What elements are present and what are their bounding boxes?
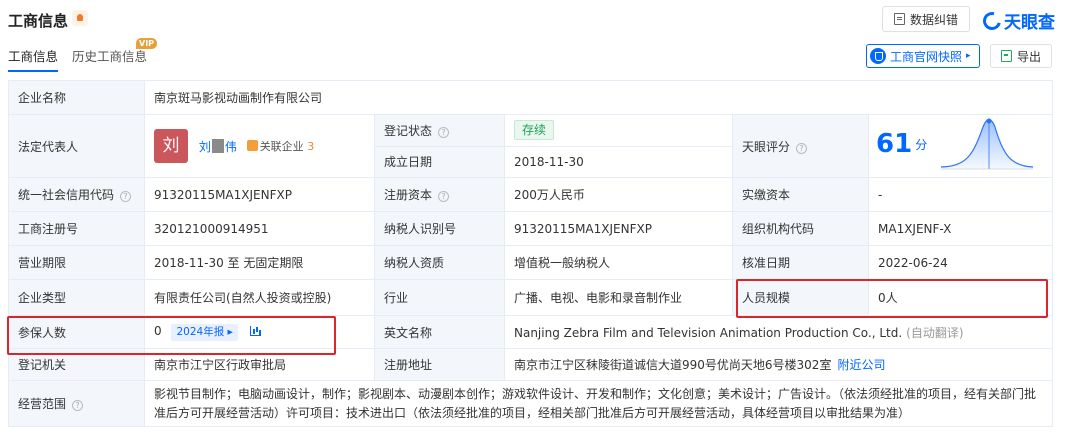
bell-icon[interactable]: [72, 10, 88, 26]
score-unit: 分: [915, 137, 928, 152]
logo-text: 天眼查: [1004, 13, 1055, 33]
legal-rep-value: 刘 刘伟 关联企业 3: [144, 114, 375, 178]
table-row: 工商注册号 320121000914951 纳税人识别号 91320115MA1…: [8, 211, 1054, 246]
related-companies-label: 关联企业: [259, 140, 304, 153]
score-number: 61: [876, 129, 913, 159]
industry-label: 行业: [374, 279, 505, 316]
related-companies-count: 3: [307, 140, 315, 153]
taxpayer-id-label: 纳税人识别号: [374, 211, 505, 246]
staff-size-highlight-box: [736, 279, 1048, 318]
english-name-text: Nanjing Zebra Film and Television Animat…: [514, 325, 903, 340]
document-icon: [893, 13, 905, 25]
help-icon[interactable]: ?: [796, 142, 808, 154]
legal-rep-label: 法定代表人: [8, 114, 145, 178]
reg-number-label: 工商注册号: [8, 211, 145, 246]
address-label: 注册地址: [374, 348, 505, 381]
official-snapshot-button[interactable]: 工商官网快照 ▸: [866, 44, 980, 68]
address-text: 南京市江宁区秣陵街道诚信大道990号优尚天地6号楼302室: [514, 358, 832, 372]
taxpayer-id-value: 91320115MA1XJENFXP: [504, 211, 733, 246]
tianyancha-logo[interactable]: 天眼查: [979, 8, 1055, 33]
legal-rep-name[interactable]: 刘伟: [198, 138, 237, 154]
table-row: 经营范围? 影视节目制作；电脑动画设计，制作；影视剧本、动漫剧本创作；游戏软件设…: [8, 380, 1054, 427]
scope-label: 经营范围?: [8, 380, 145, 427]
business-info-table: 企业名称 南京斑马影视动画制作有限公司 法定代表人 刘 刘伟 关联企业 3 登记…: [8, 80, 1054, 427]
credit-code-value: 91320115MA1XJENFXP: [144, 177, 375, 212]
score-widget: 61 分: [870, 116, 1052, 177]
paid-capital-value: -: [867, 177, 1054, 212]
term-label: 营业期限: [8, 245, 145, 280]
company-type-value: 有限责任公司(自然人投资或控股): [144, 279, 375, 316]
approval-date-value: 2022-06-24: [867, 245, 1054, 280]
reg-capital-label-text: 注册资本: [384, 188, 433, 202]
english-name-label: 英文名称: [374, 315, 505, 349]
reg-status-value: 存续: [504, 114, 733, 147]
help-icon[interactable]: ?: [438, 126, 450, 138]
table-row: 法定代表人 刘 刘伟 关联企业 3 登记状态? 存续 天眼评分? 61 分: [8, 114, 1054, 178]
score-label-text: 天眼评分: [742, 139, 791, 154]
logo-mark-icon: [979, 8, 1005, 33]
related-companies-link[interactable]: 关联企业 3: [246, 140, 315, 153]
data-correction-button[interactable]: 数据纠错: [882, 6, 970, 32]
org-code-label: 组织机构代码: [732, 211, 869, 246]
legal-rep-avatar[interactable]: 刘: [154, 129, 188, 163]
table-row: 统一社会信用代码? 91320115MA1XJENFXP 注册资本? 200万人…: [8, 177, 1054, 212]
legal-rep-first-char: 刘: [198, 139, 211, 154]
score-label: 天眼评分?: [732, 114, 869, 178]
credit-code-label-text: 统一社会信用代码: [18, 188, 115, 202]
tab-history-label: 历史工商信息: [72, 49, 148, 64]
export-button[interactable]: 导出: [990, 44, 1052, 68]
data-correction-label: 数据纠错: [909, 12, 958, 27]
score-distribution-chart-icon: [940, 118, 1034, 170]
approval-date-label: 核准日期: [732, 245, 869, 280]
reg-number-value: 320121000914951: [144, 211, 375, 246]
related-companies-icon: [246, 140, 258, 151]
tab-business-info[interactable]: 工商信息: [8, 46, 58, 65]
scope-label-text: 经营范围: [18, 397, 67, 411]
company-name-label: 企业名称: [8, 80, 145, 115]
table-row: 企业名称 南京斑马影视动画制作有限公司: [8, 80, 1054, 115]
reg-status-label-text: 登记状态: [384, 123, 433, 138]
help-icon[interactable]: ?: [72, 400, 84, 411]
export-label: 导出: [1016, 49, 1041, 64]
term-value: 2018-11-30 至 无固定期限: [144, 245, 375, 280]
org-code-value: MA1XJENF-X: [867, 211, 1054, 246]
nearby-companies-link[interactable]: 附近公司: [837, 358, 885, 372]
redacted-mask: [211, 138, 224, 153]
reg-status-label: 登记状态?: [374, 114, 505, 147]
taxpayer-qual-label: 纳税人资质: [374, 245, 505, 280]
insured-highlight-box: [7, 316, 336, 355]
taxpayer-qual-value: 增值税一般纳税人: [504, 245, 733, 280]
paid-capital-label: 实缴资本: [732, 177, 869, 212]
help-icon[interactable]: ?: [438, 191, 450, 202]
status-badge: 存续: [514, 120, 555, 141]
shield-icon: [870, 48, 886, 64]
reg-capital-value: 200万人民币: [504, 177, 733, 212]
established-label: 成立日期: [374, 145, 505, 178]
scope-value: 影视节目制作；电脑动画设计，制作；影视剧本、动漫剧本创作；游戏软件设计、开发和制…: [143, 380, 1054, 427]
company-name-value: 南京斑马影视动画制作有限公司: [143, 80, 1054, 115]
section-title: 工商信息: [8, 12, 69, 30]
english-name-value: Nanjing Zebra Film and Television Animat…: [503, 315, 1054, 349]
credit-code-label: 统一社会信用代码?: [8, 177, 145, 212]
header-bar: 工商信息 数据纠错 天眼查: [0, 0, 1080, 36]
auto-translate-note: (自动翻译): [906, 325, 964, 340]
caret-right-icon: ▸: [966, 51, 971, 61]
score-text: 61 分: [876, 129, 927, 159]
table-row: 营业期限 2018-11-30 至 无固定期限 纳税人资质 增值税一般纳税人 核…: [8, 245, 1054, 280]
address-value: 南京市江宁区秣陵街道诚信大道990号优尚天地6号楼302室 附近公司: [503, 348, 1054, 381]
score-value[interactable]: 61 分: [867, 114, 1054, 178]
legal-rep-last-char: 伟: [224, 139, 237, 154]
official-snapshot-label: 工商官网快照: [890, 49, 963, 64]
company-type-label: 企业类型: [8, 279, 145, 316]
industry-value: 广播、电视、电影和录音制作业: [504, 279, 733, 316]
excel-icon: [1000, 50, 1012, 62]
tab-active-indicator: [8, 70, 58, 72]
reg-capital-label: 注册资本?: [374, 177, 505, 212]
vip-badge: VIP: [136, 38, 158, 49]
established-value: 2018-11-30: [504, 145, 733, 178]
help-icon[interactable]: ?: [120, 191, 132, 202]
